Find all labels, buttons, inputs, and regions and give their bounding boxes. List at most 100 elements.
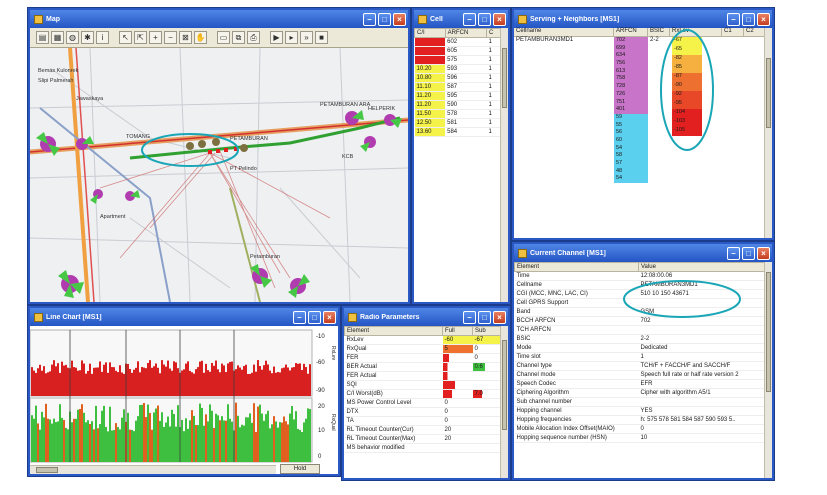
close-icon[interactable]: × <box>493 310 506 324</box>
minimize-icon[interactable]: – <box>293 310 306 324</box>
cell-title-bar[interactable]: Cell – □ × <box>414 10 508 28</box>
maximize-icon[interactable]: □ <box>308 310 321 324</box>
minimize-icon[interactable]: – <box>463 12 476 26</box>
table-row[interactable]: C/I Worst(dB) 7.0 <box>344 389 503 399</box>
minimize-icon[interactable]: – <box>363 12 376 26</box>
line-chart-scroll-thumb[interactable] <box>36 467 58 473</box>
table-row[interactable]: TCH ARFCN <box>514 325 767 335</box>
radio-parameters-scrollbar[interactable] <box>500 326 508 478</box>
table-row[interactable]: SQI <box>344 380 503 390</box>
radio-header-element[interactable]: Element <box>344 326 443 336</box>
maximize-icon[interactable]: □ <box>742 246 755 260</box>
table-row[interactable]: Sub channel number <box>514 397 767 407</box>
current-channel-scroll-thumb[interactable] <box>766 272 771 392</box>
radio-parameters-title-bar[interactable]: Radio Parameters – □ × <box>344 308 508 326</box>
table-row[interactable]: 11.10 587 1 <box>414 82 502 92</box>
radio-parameters-scroll-thumb[interactable] <box>502 340 507 430</box>
pan-icon[interactable]: ✋ <box>194 31 207 44</box>
table-row[interactable]: 605 1 <box>414 46 502 56</box>
ruler-icon[interactable]: ▭ <box>217 31 230 44</box>
table-row[interactable]: 10.80 596 1 <box>414 73 502 83</box>
table-row[interactable]: Mode Dedicated <box>514 343 767 353</box>
table-row[interactable]: Channel type TCH/F + FACCH/F and SACCH/F <box>514 361 767 371</box>
table-row[interactable]: Channel mode Speech full rate or half rat… <box>514 370 767 380</box>
serving-cellname[interactable]: PETAMBURAN3MD1 <box>516 37 573 43</box>
table-row[interactable]: FER Actual <box>344 371 503 381</box>
minimize-icon[interactable]: – <box>727 12 740 26</box>
info-icon[interactable]: i <box>96 31 109 44</box>
line-chart-window[interactable]: Line Chart [MS1] – □ × -10 -60 -90 20 10… <box>28 306 340 476</box>
table-row[interactable]: Speech Codec EFR <box>514 379 767 389</box>
minimize-icon[interactable]: – <box>463 310 476 324</box>
cell-scroll-thumb[interactable] <box>502 48 507 108</box>
zoom-area-icon[interactable]: ⊠ <box>179 31 192 44</box>
line-chart-title-bar[interactable]: Line Chart [MS1] – □ × <box>30 308 338 326</box>
serving-scrollbar[interactable] <box>764 28 772 238</box>
cell-scrollbar[interactable] <box>500 28 508 302</box>
current-channel-title-bar[interactable]: Current Channel [MS1] – □ × <box>514 244 772 262</box>
zoom-in-icon[interactable]: + <box>149 31 162 44</box>
radio-parameters-window[interactable]: Radio Parameters – □ × Element Full Sub … <box>342 306 510 480</box>
table-row[interactable]: BSIC 2-2 <box>514 334 767 344</box>
maximize-icon[interactable]: □ <box>378 12 391 26</box>
current-channel-header-element[interactable]: Element <box>514 262 639 272</box>
table-row[interactable]: 602 1 <box>414 37 502 47</box>
table-row[interactable]: Hopping sequence number (HSN) 10 <box>514 433 767 443</box>
cell-header-ci[interactable]: C/I <box>414 28 446 38</box>
table-row[interactable]: Hopping frequencies h: 575 578 581 584 58… <box>514 415 767 425</box>
maximize-icon[interactable]: □ <box>478 310 491 324</box>
serving-header-arfcn[interactable]: ARFCN <box>614 28 648 36</box>
pointer-icon[interactable]: ↖ <box>119 31 132 44</box>
cell-header-arfcn[interactable]: ARFCN <box>444 28 487 38</box>
table-row[interactable]: 11.20 595 1 <box>414 91 502 101</box>
table-row[interactable]: BER Actual 0.6 <box>344 362 503 372</box>
table-row[interactable]: Ciphering Algorithm Cipher with algorithm… <box>514 388 767 398</box>
table-row[interactable]: DTX 0 <box>344 407 503 417</box>
table-row[interactable]: 10.20 593 1 <box>414 64 502 74</box>
table-row[interactable]: MS Power Control Level 0 <box>344 398 503 408</box>
minimize-icon[interactable]: – <box>727 246 740 260</box>
table-row[interactable]: 13.60 584 1 <box>414 127 502 137</box>
radio-header-sub[interactable]: Sub <box>472 326 503 336</box>
close-icon[interactable]: × <box>757 12 770 26</box>
close-icon[interactable]: × <box>323 310 336 324</box>
serving-scroll-thumb[interactable] <box>766 58 771 128</box>
globe-icon[interactable]: ◍ <box>66 31 79 44</box>
serving-neighbors-window[interactable]: Serving + Neighbors [MS1] – □ × Cellname… <box>512 8 774 240</box>
table-row[interactable]: MS behavior modified <box>344 443 503 453</box>
table-row[interactable]: RL Timeout Counter(Max) 20 <box>344 434 503 444</box>
table-row[interactable]: Time slot 1 <box>514 352 767 362</box>
table-row[interactable]: 11.50 578 1 <box>414 109 502 119</box>
close-icon[interactable]: × <box>393 12 406 26</box>
radio-header-full[interactable]: Full <box>442 326 473 336</box>
serving-header-c1[interactable]: C1 <box>722 28 744 36</box>
maximize-icon[interactable]: □ <box>478 12 491 26</box>
map-title-bar[interactable]: Map – □ × <box>30 10 408 28</box>
map-window[interactable]: Map – □ × ▤ ▦ ◍ ✱ i ↖ ⇱ + − ⊠ ✋ ▭ ⧉ ⎙ ▶ … <box>28 8 410 304</box>
table-row[interactable]: RxQual 5 0 <box>344 344 503 354</box>
map-icon[interactable]: ▦ <box>51 31 64 44</box>
cell-window[interactable]: Cell – □ × C/I ARFCN C 602 1 605 1 575 1 10… <box>412 8 510 304</box>
serving-header-cellname[interactable]: Cellname <box>514 28 614 36</box>
table-row[interactable]: TA 0 <box>344 416 503 426</box>
table-row[interactable]: Hopping channel YES <box>514 406 767 416</box>
current-channel-scrollbar[interactable] <box>764 262 772 478</box>
play-icon[interactable]: ▶ <box>270 31 283 44</box>
print-icon[interactable]: ⎙ <box>247 31 260 44</box>
current-channel-window[interactable]: Current Channel [MS1] – □ × Element Valu… <box>512 242 774 480</box>
table-row[interactable]: RL Timeout Counter(Cur) 20 <box>344 425 503 435</box>
table-row[interactable]: FER 0 <box>344 353 503 363</box>
close-icon[interactable]: × <box>757 246 770 260</box>
stop-icon[interactable]: ■ <box>315 31 328 44</box>
table-row[interactable]: 575 1 <box>414 55 502 65</box>
serving-header-c2[interactable]: C2 <box>744 28 766 36</box>
table-row[interactable]: RxLev -60 -67 <box>344 335 503 345</box>
gear-icon[interactable]: ✱ <box>81 31 94 44</box>
close-icon[interactable]: × <box>493 12 506 26</box>
table-row[interactable]: 11.20 590 1 <box>414 100 502 110</box>
hold-button[interactable]: Hold <box>280 464 320 474</box>
step-forward-icon[interactable]: ▸ <box>285 31 298 44</box>
select-icon[interactable]: ⇱ <box>134 31 147 44</box>
table-row[interactable]: Mobile Allocation Index Offset(MAIO) 0 <box>514 424 767 434</box>
map-canvas[interactable]: Bemas Kulonrek Slipi Palmerah Jawaskaya … <box>30 48 408 302</box>
